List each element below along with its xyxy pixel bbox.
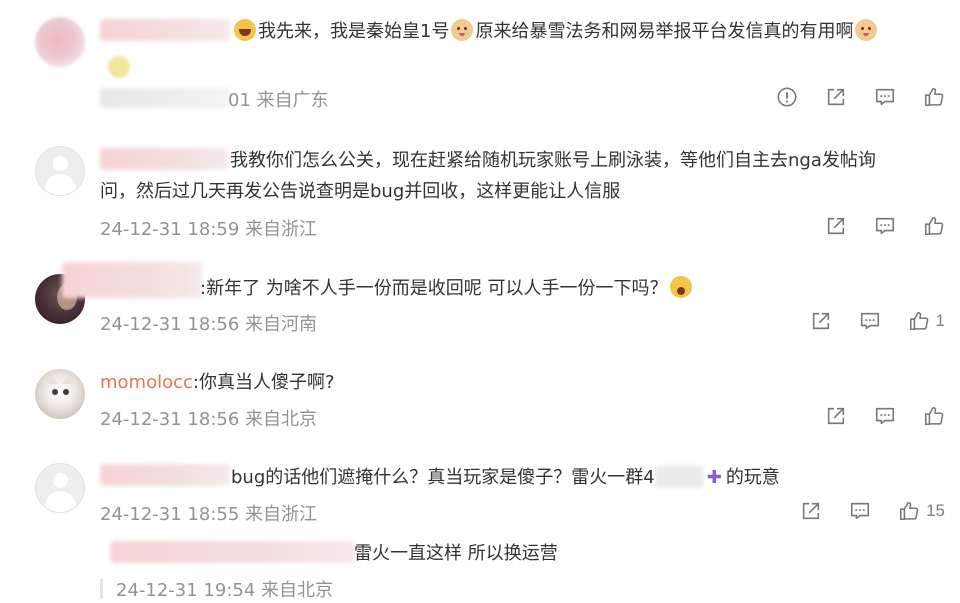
reply-button[interactable] [874, 405, 896, 427]
cat-emoji-icon [451, 19, 474, 41]
report-button[interactable] [776, 86, 798, 108]
thumbs-up-icon [923, 215, 945, 237]
share-button[interactable] [825, 215, 847, 237]
reply-text: 雷火一直这样 所以换运营 [354, 543, 558, 564]
comment-meta: 24-12-31 18:56 来自北京 [100, 409, 318, 430]
comment-icon [874, 405, 896, 427]
comment-meta: 24-12-31 18:55 来自浙江 [100, 504, 318, 525]
timestamp-blur [100, 88, 230, 108]
comment-meta: 24-12-31 18:56 来自河南 [100, 314, 318, 335]
share-icon [810, 310, 832, 332]
laughing-emoji-icon [234, 19, 256, 41]
like-button[interactable]: 15 [898, 500, 945, 522]
comment-icon [874, 215, 896, 237]
comment-text: 我先来，我是秦始皇1号 原来给暴雪法务和网易举报平台发信真的有用啊 [232, 16, 879, 47]
plus-icon: ✚ [706, 467, 722, 488]
comment-meta: 01 来自广东 [228, 90, 329, 111]
comment-actions: 15 [773, 500, 945, 522]
username[interactable] [100, 464, 230, 486]
like-button[interactable]: 1 [908, 310, 945, 332]
share-button[interactable] [825, 86, 847, 108]
share-icon [800, 500, 822, 522]
like-button[interactable] [923, 215, 945, 237]
comment-actions [749, 86, 945, 108]
cat-emoji-icon [855, 19, 878, 41]
reply-meta: 24-12-31 19:54 来自北京 [116, 580, 334, 601]
username[interactable] [100, 148, 228, 170]
share-button[interactable] [800, 500, 822, 522]
like-button[interactable] [923, 405, 945, 427]
screaming-emoji-icon [669, 276, 692, 298]
thumbs-up-icon [898, 500, 920, 522]
share-icon [825, 86, 847, 108]
avatar[interactable] [35, 463, 85, 513]
username[interactable] [62, 262, 202, 298]
comment-icon [849, 500, 871, 522]
reply-button[interactable] [874, 215, 896, 237]
share-icon [825, 215, 847, 237]
avatar[interactable] [35, 146, 85, 196]
emoji-icon [108, 56, 130, 78]
comment-meta: 24-12-31 18:59 来自浙江 [100, 219, 318, 240]
thumbs-up-icon [908, 310, 930, 332]
share-button[interactable] [810, 310, 832, 332]
comment-text: 我教你们怎么公关，现在赶紧给随机玩家账号上刷泳装，等他们自主去nga发帖询 [230, 150, 876, 171]
avatar[interactable] [35, 369, 85, 419]
censored-text [654, 466, 703, 488]
comment-text-continued: 问，然后过几天再发公告说查明是bug并回收，这样更能让人信服 [100, 181, 621, 202]
comment-actions [798, 215, 945, 237]
like-count: 1 [935, 311, 945, 330]
reply-button[interactable] [874, 86, 896, 108]
report-icon [776, 86, 798, 108]
username[interactable] [100, 19, 230, 41]
comment-actions [798, 405, 945, 427]
comment-text: bug的话他们遮掩什么？真当玩家是傻子？雷火一群4 ✚ 的玩意 [231, 466, 780, 488]
reply-indicator [100, 579, 103, 599]
username[interactable] [110, 541, 355, 563]
comment-text: :新年了 为啥不人手一份而是收回呢 可以人手一份一下吗？ [200, 273, 694, 304]
thumbs-up-icon [923, 405, 945, 427]
comment-text: momolocc:你真当人傻子啊? [100, 372, 335, 393]
comment-icon [859, 310, 881, 332]
like-button[interactable] [923, 86, 945, 108]
share-button[interactable] [825, 405, 847, 427]
comment-actions: 1 [783, 310, 945, 332]
like-count: 15 [926, 501, 945, 520]
username[interactable]: momolocc [100, 372, 193, 393]
avatar[interactable] [35, 17, 85, 67]
thumbs-up-icon [923, 86, 945, 108]
comment-icon [874, 86, 896, 108]
reply-button[interactable] [859, 310, 881, 332]
share-icon [825, 405, 847, 427]
reply-button[interactable] [849, 500, 871, 522]
